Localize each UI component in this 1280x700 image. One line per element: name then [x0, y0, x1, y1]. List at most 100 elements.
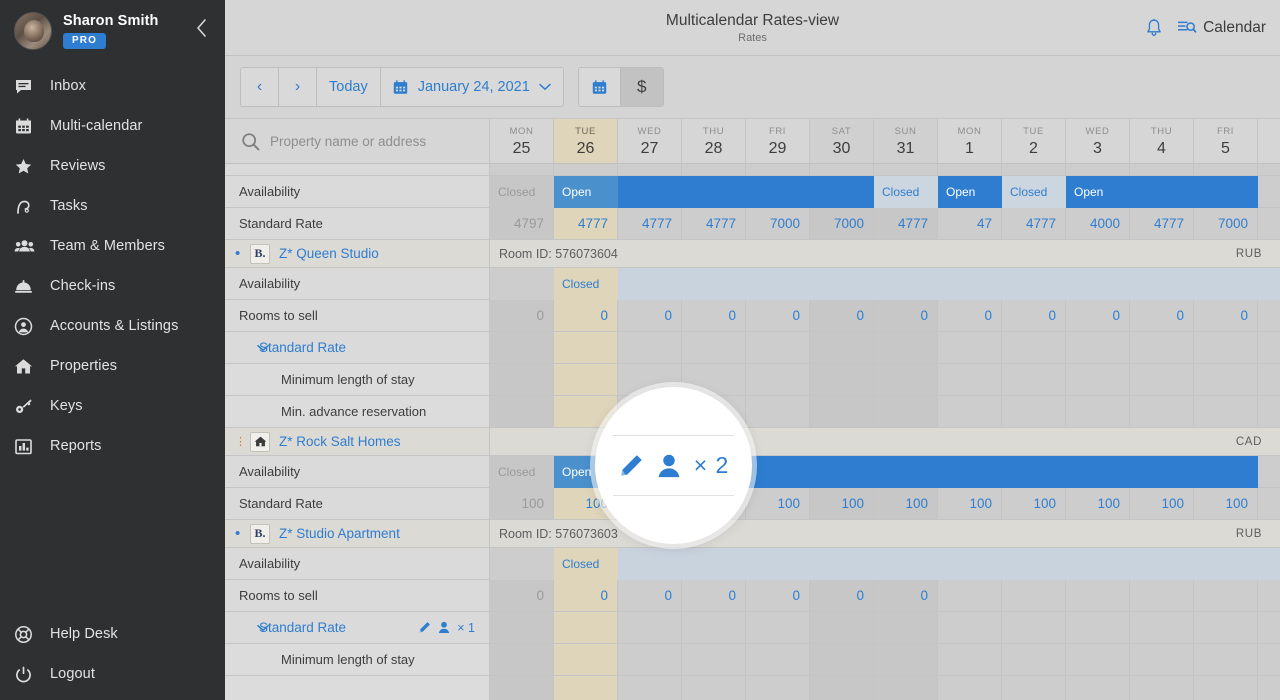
grid-cell[interactable]: 0 [1066, 300, 1130, 331]
grid-cell[interactable]: 7000 [810, 208, 874, 239]
grid-cell[interactable] [746, 164, 810, 175]
grid-cell[interactable] [874, 612, 938, 643]
grid-cell[interactable]: 100 [874, 488, 938, 519]
grid-cell[interactable]: 0 [490, 300, 554, 331]
availability-segment[interactable]: Open [554, 176, 618, 208]
grid-cell[interactable] [1066, 676, 1130, 700]
grid-cell[interactable]: 100 [1002, 488, 1066, 519]
availability-segment[interactable]: Closed [490, 176, 554, 208]
grid-cell[interactable] [1194, 676, 1258, 700]
availability-segment[interactable] [490, 268, 554, 300]
grid-cell[interactable] [618, 164, 682, 175]
grid-cell[interactable] [1130, 644, 1194, 675]
grid-cell[interactable] [1066, 332, 1130, 363]
bell-icon[interactable] [1145, 18, 1163, 38]
grid-cell[interactable] [1194, 332, 1258, 363]
grid-cell[interactable]: 100 [1130, 488, 1194, 519]
grid-cell[interactable]: 0 [810, 300, 874, 331]
grid-cell[interactable] [1002, 364, 1066, 395]
grid-cell[interactable] [1002, 612, 1066, 643]
grid-cell[interactable] [938, 676, 1002, 700]
grid-cell[interactable] [938, 364, 1002, 395]
standard-rate-row-queen-studio[interactable]: Standard Rate [225, 332, 1280, 364]
grid-cell[interactable]: 4777 [618, 208, 682, 239]
grid-cell[interactable]: 100 [938, 488, 1002, 519]
grid-cell[interactable] [682, 644, 746, 675]
day-column-header[interactable]: THU 28 [682, 119, 746, 163]
grid-cell[interactable] [1194, 396, 1258, 427]
grid-cell[interactable] [490, 396, 554, 427]
grid-cell[interactable]: 0 [554, 580, 618, 611]
grid-cell[interactable] [874, 396, 938, 427]
grid-cell[interactable] [682, 164, 746, 175]
day-column-header[interactable]: MON 25 [490, 119, 554, 163]
grid-cell[interactable] [490, 164, 554, 175]
grid-cell[interactable]: 0 [490, 580, 554, 611]
grid-cell[interactable]: 4000 [1066, 208, 1130, 239]
property-name[interactable]: Z* Rock Salt Homes [279, 434, 401, 449]
grid-cell[interactable] [810, 364, 874, 395]
availability-segment[interactable] [618, 268, 1280, 300]
grid-cell[interactable] [1002, 676, 1066, 700]
availability-segment[interactable]: Open [938, 176, 1002, 208]
grid-cell[interactable]: 100 [810, 488, 874, 519]
sidebar-item-tasks[interactable]: Tasks [0, 186, 225, 226]
availability-segment[interactable] [490, 548, 554, 580]
grid-cell[interactable] [490, 644, 554, 675]
search-input[interactable] [270, 133, 460, 149]
calendar-view-button[interactable]: Calendar [1177, 19, 1266, 37]
sidebar-item-help-desk[interactable]: Help Desk [0, 614, 225, 654]
availability-segment[interactable]: Closed [1002, 176, 1066, 208]
property-name[interactable]: Z* Studio Apartment [279, 526, 400, 541]
grid-cell[interactable]: 100 [1066, 488, 1130, 519]
grid-cell[interactable]: 0 [746, 580, 810, 611]
grid-cell[interactable] [682, 612, 746, 643]
grid-cell[interactable]: 0 [1130, 300, 1194, 331]
availability-track[interactable]: Closed [490, 548, 1280, 580]
grid-cell[interactable] [810, 676, 874, 700]
grid-cell[interactable] [746, 332, 810, 363]
day-column-header[interactable]: TUE 2 [1002, 119, 1066, 163]
grid-cell[interactable]: 4777 [1002, 208, 1066, 239]
grid-cell[interactable]: 0 [618, 580, 682, 611]
grid-cell[interactable] [810, 164, 874, 175]
day-column-header[interactable]: THU 4 [1130, 119, 1194, 163]
grid-cell[interactable] [1194, 644, 1258, 675]
grid-cell[interactable] [746, 676, 810, 700]
sidebar-item-team-members[interactable]: Team & Members [0, 226, 225, 266]
sidebar-item-accounts-listings[interactable]: Accounts & Listings [0, 306, 225, 346]
grid-cell[interactable] [810, 396, 874, 427]
grid-cell[interactable] [1194, 612, 1258, 643]
sidebar-item-keys[interactable]: Keys [0, 386, 225, 426]
grid-cell[interactable] [618, 332, 682, 363]
grid-cell[interactable] [874, 676, 938, 700]
grid-cell[interactable]: 4797 [490, 208, 554, 239]
grid-cell[interactable] [1130, 612, 1194, 643]
sidebar-item-inbox[interactable]: Inbox [0, 66, 225, 106]
grid-cell[interactable]: 100 [1194, 488, 1258, 519]
grid-cell[interactable] [554, 676, 618, 700]
day-column-header[interactable]: FRI 29 [746, 119, 810, 163]
grid-cell[interactable] [1002, 396, 1066, 427]
grid-cell[interactable] [746, 612, 810, 643]
availability-segment[interactable] [618, 176, 874, 208]
sidebar-item-check-ins[interactable]: Check-ins [0, 266, 225, 306]
grid-cell[interactable] [746, 364, 810, 395]
grid-cell[interactable]: 0 [554, 300, 618, 331]
day-column-header[interactable]: SUN 31 [874, 119, 938, 163]
grid-cell[interactable] [490, 332, 554, 363]
availability-track[interactable]: Closed Open Closed Open Closed Open [490, 176, 1280, 208]
rates-view-toggle[interactable]: $ [620, 68, 663, 106]
grid-cell[interactable] [938, 396, 1002, 427]
grid-cell[interactable] [1130, 164, 1194, 175]
pencil-icon[interactable] [418, 621, 431, 634]
grid-cell[interactable] [938, 332, 1002, 363]
date-picker-button[interactable]: January 24, 2021 [380, 68, 563, 106]
grid-cell[interactable] [810, 612, 874, 643]
grid-cell[interactable] [1194, 364, 1258, 395]
grid-cell[interactable] [554, 612, 618, 643]
grid-cell[interactable]: 100 [746, 488, 810, 519]
chevron-down-icon[interactable] [257, 624, 269, 632]
grid-cell[interactable] [554, 164, 618, 175]
grid-cell[interactable]: 0 [746, 300, 810, 331]
